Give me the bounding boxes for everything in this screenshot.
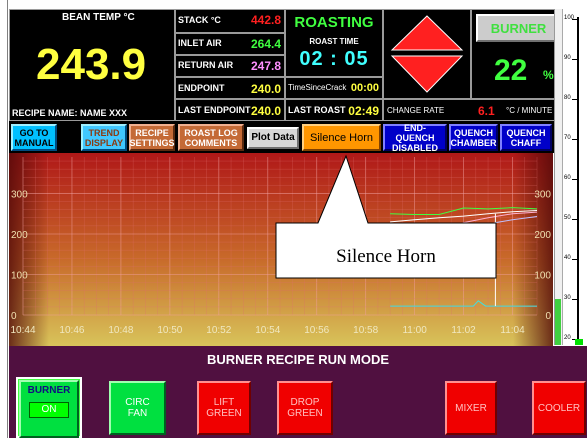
- drop-green-button[interactable]: DROP GREEN: [277, 381, 333, 435]
- scale-tick-label: 90: [564, 55, 571, 61]
- scale-tick-label: 100: [564, 15, 575, 21]
- scale-tick-label: 20: [564, 335, 571, 341]
- lift-green-button[interactable]: LIFT GREEN: [197, 381, 251, 435]
- scale-tick: [572, 59, 577, 60]
- scale-tick: [572, 139, 577, 140]
- scale-tick: [572, 179, 577, 180]
- mode-title: BURNER RECIPE RUN MODE: [206, 352, 389, 367]
- mixer-button[interactable]: MIXER: [445, 381, 497, 435]
- scale-pointer: [575, 339, 583, 345]
- callout-text: Silence Horn: [336, 246, 436, 267]
- circ-fan-button[interactable]: CIRC FAN: [109, 381, 166, 435]
- burner-state: ON: [29, 402, 69, 418]
- burner-scale-bar: 100 90 80 70 60 50 40 30 20: [554, 9, 586, 345]
- burner-toggle-label: BURNER: [27, 385, 71, 396]
- scale-tick-label: 80: [564, 95, 571, 101]
- scale-tick: [572, 259, 577, 260]
- scale-tick: [572, 299, 577, 300]
- scale-ticks: 100 90 80 70 60 50 40 30 20: [555, 9, 587, 345]
- cooler-button[interactable]: COOLER: [532, 381, 586, 435]
- scale-tick-label: 40: [564, 255, 571, 261]
- scale-tick-label: 60: [564, 175, 571, 181]
- scale-tick: [572, 219, 577, 220]
- scale-tick-label: 70: [564, 135, 571, 141]
- scale-tick: [572, 99, 577, 100]
- scale-tick-label: 50: [564, 215, 571, 221]
- scale-tick-label: 30: [564, 295, 571, 301]
- burner-toggle-button[interactable]: BURNER ON: [19, 380, 79, 438]
